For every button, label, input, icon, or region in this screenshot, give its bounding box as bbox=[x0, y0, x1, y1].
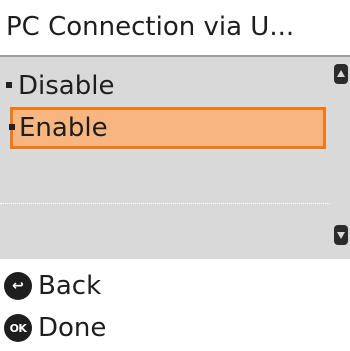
divider bbox=[0, 203, 330, 204]
title-bar: PC Connection via U... bbox=[0, 0, 350, 57]
option-disable[interactable]: Disable bbox=[0, 65, 330, 107]
done-label: Done bbox=[38, 313, 107, 343]
option-enable[interactable]: Enable bbox=[9, 107, 326, 149]
ok-icon: OK bbox=[4, 314, 32, 342]
scroll-down-icon[interactable] bbox=[334, 225, 348, 245]
option-label: Disable bbox=[18, 71, 115, 101]
option-label: Enable bbox=[19, 113, 108, 143]
back-button[interactable]: ↩ Back bbox=[4, 268, 101, 304]
page-title: PC Connection via U... bbox=[6, 12, 295, 42]
footer: ↩ Back OK Done bbox=[0, 262, 350, 351]
done-button[interactable]: OK Done bbox=[4, 310, 106, 346]
scroll-up-icon[interactable] bbox=[334, 64, 348, 84]
back-label: Back bbox=[38, 271, 102, 301]
option-list: Disable Enable bbox=[0, 57, 350, 259]
printer-lcd-screen: PC Connection via U... Disable Enable ↩ … bbox=[0, 0, 350, 351]
bullet-icon bbox=[6, 82, 12, 88]
bullet-icon bbox=[9, 124, 15, 130]
back-arrow-icon: ↩ bbox=[4, 272, 32, 300]
